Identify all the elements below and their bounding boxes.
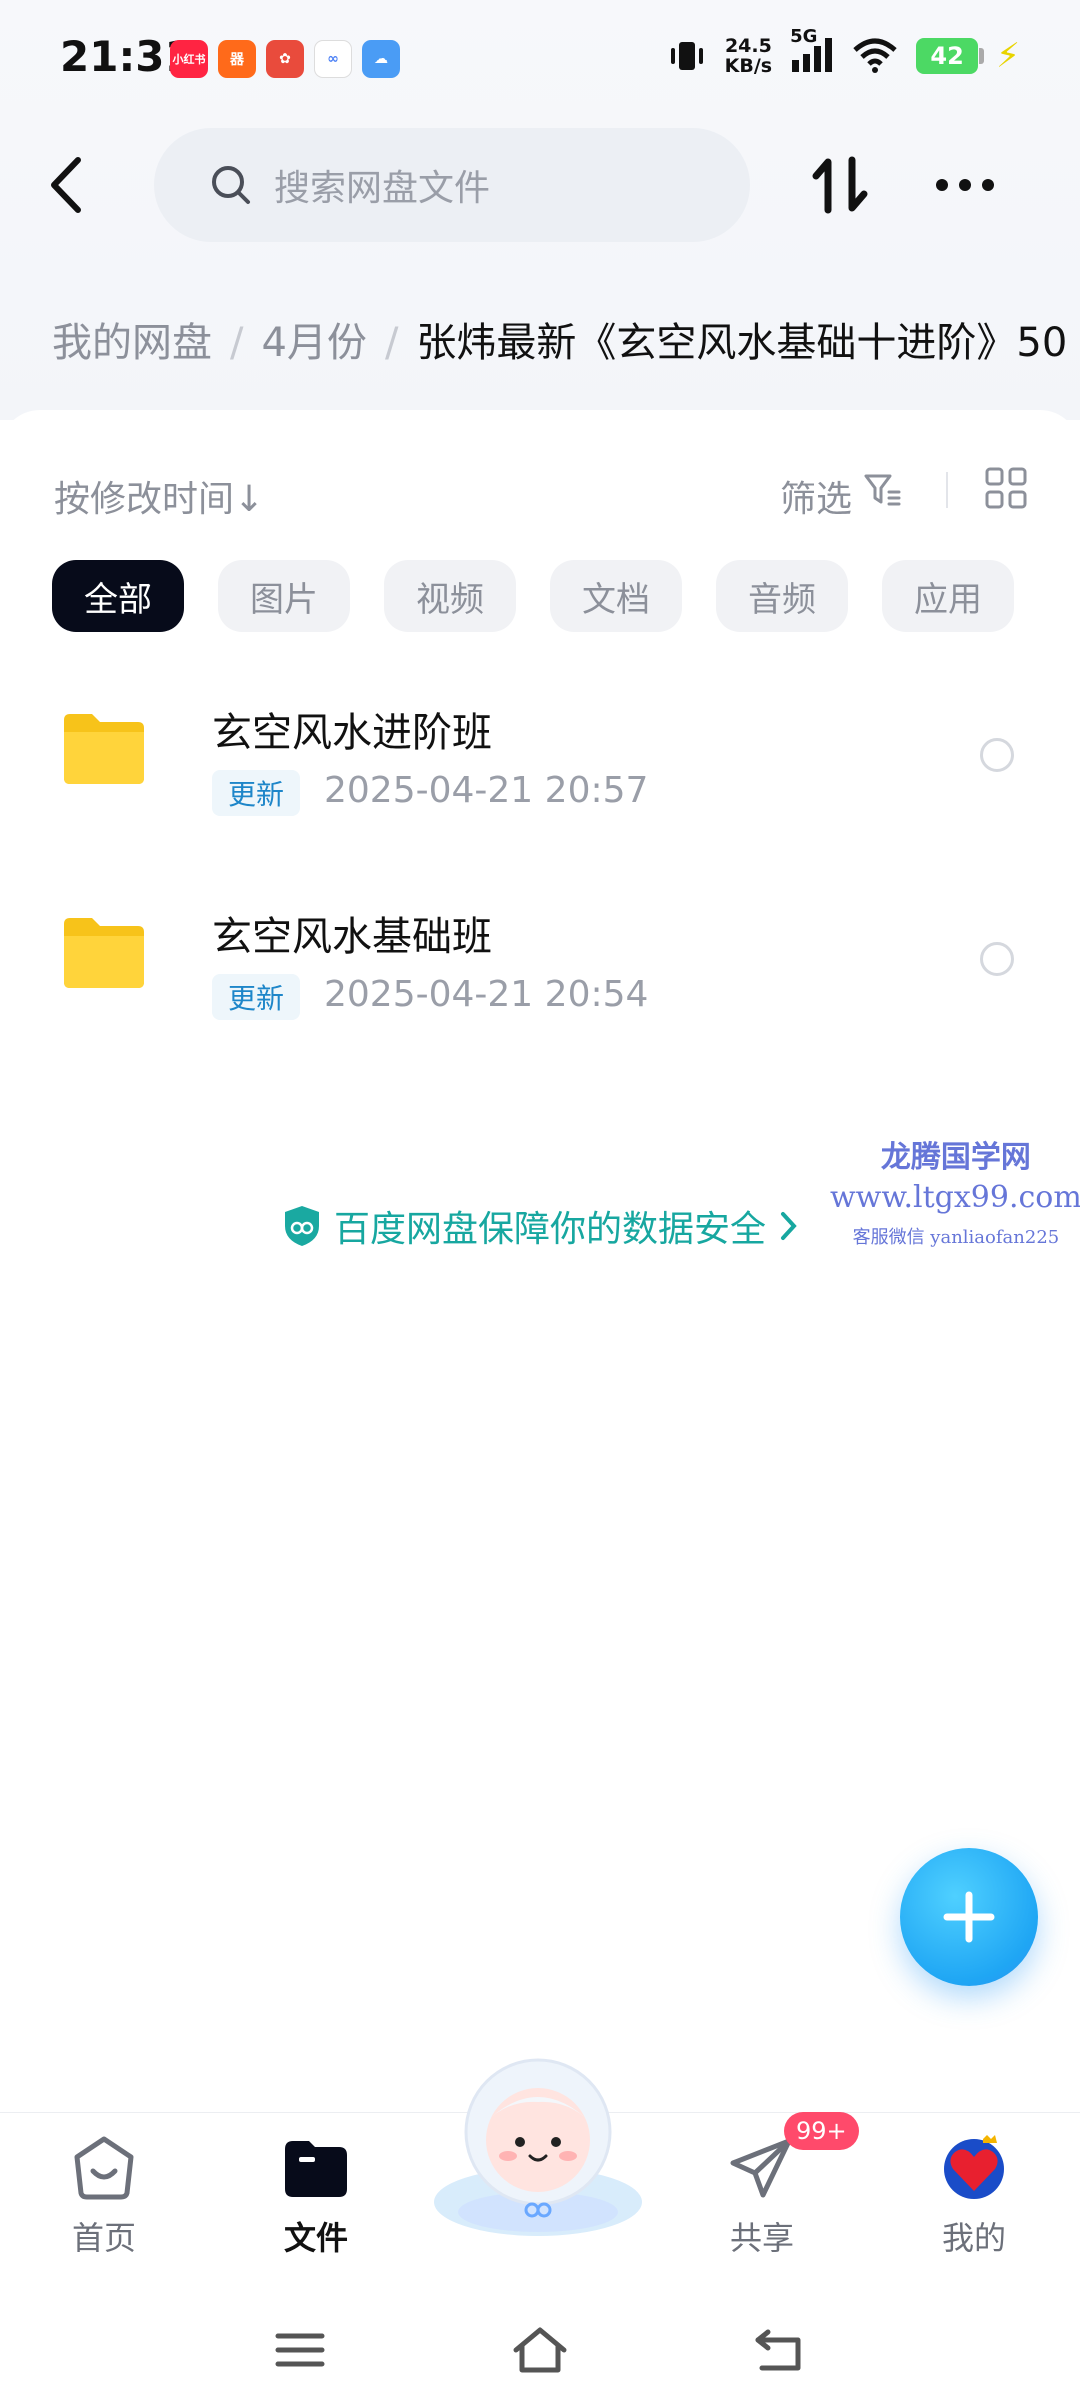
battery-indicator: 42 [916, 38, 985, 74]
sort-by-modified-button[interactable]: 按修改时间↓ [54, 470, 264, 522]
grid-view-icon[interactable] [984, 466, 1028, 510]
file-name: 玄空风水进阶班 [212, 710, 492, 756]
watermark-contact: 客服微信 yanliaofan225 [852, 1227, 1060, 1248]
share-count-badge: 99+ [784, 2112, 859, 2150]
nav-share-label: 共享 [729, 2219, 794, 2257]
speed-value: 24.5 [724, 35, 772, 57]
status-bar: 21:31 小红书 器 ✿ ∞ ☁ 24.5 KB/s 5G 42 ⚡ [0, 0, 1080, 120]
watermark-url: www.ltgx99.com [830, 1180, 1080, 1215]
filter-icon[interactable] [862, 470, 902, 510]
system-navigation-bar [0, 2300, 1080, 2400]
file-date: 2025-04-21 20:54 [324, 974, 649, 1015]
status-indicators: 24.5 KB/s 5G 42 ⚡ [667, 26, 1020, 78]
menu-icon[interactable] [270, 2320, 330, 2380]
folder-nav-icon [285, 2141, 347, 2197]
charging-bolt-icon: ⚡ [996, 36, 1020, 76]
avatar-heart-icon [944, 2135, 1004, 2199]
nav-home[interactable]: 首页 [34, 2133, 174, 2259]
nav-profile[interactable]: 我的 [904, 2133, 1044, 2259]
vibrate-icon [670, 42, 703, 70]
watermark-site-name: 龙腾国学网 [880, 1140, 1031, 1175]
nav-share[interactable]: 共享 [692, 2133, 832, 2259]
list-item[interactable]: 玄空风水进阶班 更新 2025-04-21 20:57 [0, 670, 1080, 840]
breadcrumb-separator: / [230, 320, 244, 366]
update-badge: 更新 [212, 974, 301, 1020]
cellular-signal: 5G [790, 26, 834, 78]
file-type-tabs: 全部 图片 视频 文档 音频 应用 [52, 560, 1014, 632]
network-speed: 24.5 KB/s [725, 36, 772, 76]
notification-app-icons: 小红书 器 ✿ ∞ ☁ [170, 40, 400, 78]
wifi-icon [853, 38, 897, 73]
home-icon [74, 2136, 134, 2200]
search-input[interactable]: 搜索网盘文件 [154, 128, 750, 242]
app-icon-orange: 器 [218, 40, 256, 78]
nav-files-label: 文件 [283, 2219, 348, 2257]
baidu-netdisk-icon: ∞ [314, 40, 352, 78]
speed-unit: KB/s [724, 55, 773, 77]
filter-button[interactable]: 筛选 [780, 470, 852, 522]
breadcrumb-current-folder: 张炜最新《玄空风水基础十进阶》50 [416, 320, 1068, 366]
tab-documents[interactable]: 文档 [550, 560, 682, 632]
search-icon [212, 166, 250, 204]
nav-files[interactable]: 文件 [246, 2133, 386, 2259]
breadcrumb: 我的网盘 / 4月份 / 张炜最新《玄空风水基础十进阶》50 [52, 310, 1080, 368]
nav-profile-label: 我的 [941, 2219, 1006, 2257]
sort-order-icon[interactable] [806, 150, 876, 220]
shield-icon [285, 1206, 319, 1246]
breadcrumb-item-my-netdisk[interactable]: 我的网盘 [52, 320, 212, 366]
send-icon [730, 2138, 792, 2198]
home-button-icon[interactable] [510, 2320, 570, 2380]
data-safety-link[interactable]: 百度网盘保障你的数据安全 [282, 1200, 800, 1252]
network-type: 5G [790, 26, 818, 47]
weather-icon: ☁ [362, 40, 400, 78]
plus-icon [943, 1891, 995, 1943]
back-arrow-icon[interactable] [40, 150, 100, 220]
folder-icon [64, 714, 144, 784]
select-radio[interactable] [980, 942, 1014, 976]
mascot-assistant-icon[interactable] [428, 2052, 648, 2242]
watermark: 龙腾国学网 www.ltgx99.com 客服微信 yanliaofan225 [830, 1132, 1080, 1249]
file-name: 玄空风水基础班 [212, 914, 492, 960]
tab-all[interactable]: 全部 [52, 560, 184, 632]
list-item[interactable]: 玄空风水基础班 更新 2025-04-21 20:54 [0, 874, 1080, 1044]
tab-images[interactable]: 图片 [218, 560, 350, 632]
add-button[interactable] [900, 1848, 1038, 1986]
update-badge: 更新 [212, 770, 301, 816]
breadcrumb-item-april[interactable]: 4月份 [261, 320, 366, 366]
select-radio[interactable] [980, 738, 1014, 772]
chevron-right-icon [781, 1212, 797, 1240]
breadcrumb-separator: / [384, 320, 399, 366]
tab-videos[interactable]: 视频 [384, 560, 516, 632]
tab-apps[interactable]: 应用 [882, 560, 1014, 632]
search-placeholder: 搜索网盘文件 [274, 168, 491, 209]
file-date: 2025-04-21 20:57 [324, 770, 649, 811]
folder-icon [64, 918, 144, 988]
xiaohongshu-icon: 小红书 [170, 40, 208, 78]
more-options-icon[interactable] [930, 150, 1000, 220]
tab-audio[interactable]: 音频 [716, 560, 848, 632]
app-icon-red: ✿ [266, 40, 304, 78]
nav-home-label: 首页 [71, 2219, 136, 2257]
toolbar-divider [946, 472, 948, 508]
safety-notice-text: 百度网盘保障你的数据安全 [334, 1209, 767, 1250]
back-button-icon[interactable] [750, 2320, 810, 2380]
